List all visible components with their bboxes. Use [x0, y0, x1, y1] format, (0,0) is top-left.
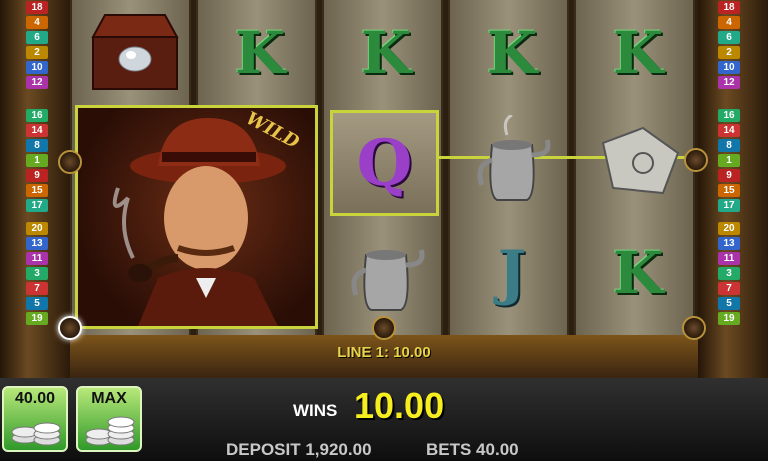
line-number-badge: 3 — [718, 267, 740, 280]
jewelry-box-icon — [80, 2, 190, 102]
line-number-badge: 10 — [718, 61, 740, 74]
line-number-badge: 12 — [718, 76, 740, 89]
max-label: MAX — [91, 390, 127, 407]
symbol-q: Q — [356, 125, 413, 201]
line-number-badge: 6 — [26, 31, 48, 44]
line-number-badge: 9 — [718, 169, 740, 182]
line-number-badge: 8 — [26, 139, 48, 152]
line-number-badge: 13 — [26, 237, 48, 250]
line-number-badge: 5 — [26, 297, 48, 310]
line-number-badge: 8 — [718, 139, 740, 152]
bet-button[interactable]: 40.00 — [2, 386, 68, 452]
line-number-badge: 18 — [718, 1, 740, 14]
line-marker-coin-center — [372, 316, 396, 340]
chips-icon — [85, 416, 135, 446]
line-number-badge: 4 — [718, 16, 740, 29]
symbol-k: K — [234, 18, 286, 87]
line-number-badge: 14 — [26, 124, 48, 137]
line-number-badge: 10 — [26, 61, 48, 74]
line-number-badge: 11 — [26, 252, 48, 265]
line-number-badge: 19 — [26, 312, 48, 325]
line-number-badge: 7 — [26, 282, 48, 295]
teapot-icon — [462, 112, 562, 212]
line-number-badge: 1 — [26, 154, 48, 167]
line-number-badge: 13 — [718, 237, 740, 250]
line-number-badge: 9 — [26, 169, 48, 182]
symbol-k: K — [486, 18, 538, 87]
line-number-badge: 15 — [26, 184, 48, 197]
q-symbol-card: Q — [333, 113, 436, 213]
line-number-badge: 5 — [718, 297, 740, 310]
bet-value: 40.00 — [14, 390, 56, 407]
line-marker-coin-left-bottom — [58, 316, 82, 340]
line-number-badge: 17 — [26, 199, 48, 212]
line-number-badge: 16 — [718, 109, 740, 122]
line-number-badge: 18 — [26, 1, 48, 14]
wild-detective-symbol: WILD — [78, 108, 315, 326]
handkerchief-icon — [588, 115, 688, 210]
line-marker-coin-right-bottom — [682, 316, 706, 340]
line-number-badge: 2 — [26, 46, 48, 59]
symbol-k: K — [612, 18, 664, 87]
line-number-badge: 1 — [718, 154, 740, 167]
line-number-badge: 17 — [718, 199, 740, 212]
bets-text: BETS 40.00 — [426, 440, 519, 459]
deposit-text: DEPOSIT 1,920.00 — [226, 440, 372, 459]
symbol-j: J — [497, 238, 527, 308]
line-number-badge: 19 — [718, 312, 740, 325]
teapot-icon — [336, 220, 436, 325]
line-number-badge: 20 — [26, 222, 48, 235]
symbol-k: K — [612, 239, 664, 307]
line-number-badge: 4 — [26, 16, 48, 29]
line-marker-coin-right — [684, 148, 708, 172]
line-win-text: LINE 1: 10.00 — [337, 344, 431, 361]
line-number-badge: 20 — [718, 222, 740, 235]
line-number-badge: 2 — [718, 46, 740, 59]
wins-value: 10.00 — [354, 385, 445, 426]
line-number-badge: 12 — [26, 76, 48, 89]
line-number-badge: 7 — [718, 282, 740, 295]
line-number-badge: 6 — [718, 31, 740, 44]
line-number-badge: 15 — [718, 184, 740, 197]
line-number-badge: 3 — [26, 267, 48, 280]
line-number-badge: 14 — [718, 124, 740, 137]
max-bet-button[interactable]: MAX — [76, 386, 142, 452]
symbol-k: K — [360, 18, 412, 87]
chips-icon — [11, 422, 61, 446]
wins-label: WINS — [293, 401, 338, 420]
line-number-badge: 11 — [718, 252, 740, 265]
line-marker-coin-left — [58, 150, 82, 174]
line-number-badge: 16 — [26, 109, 48, 122]
